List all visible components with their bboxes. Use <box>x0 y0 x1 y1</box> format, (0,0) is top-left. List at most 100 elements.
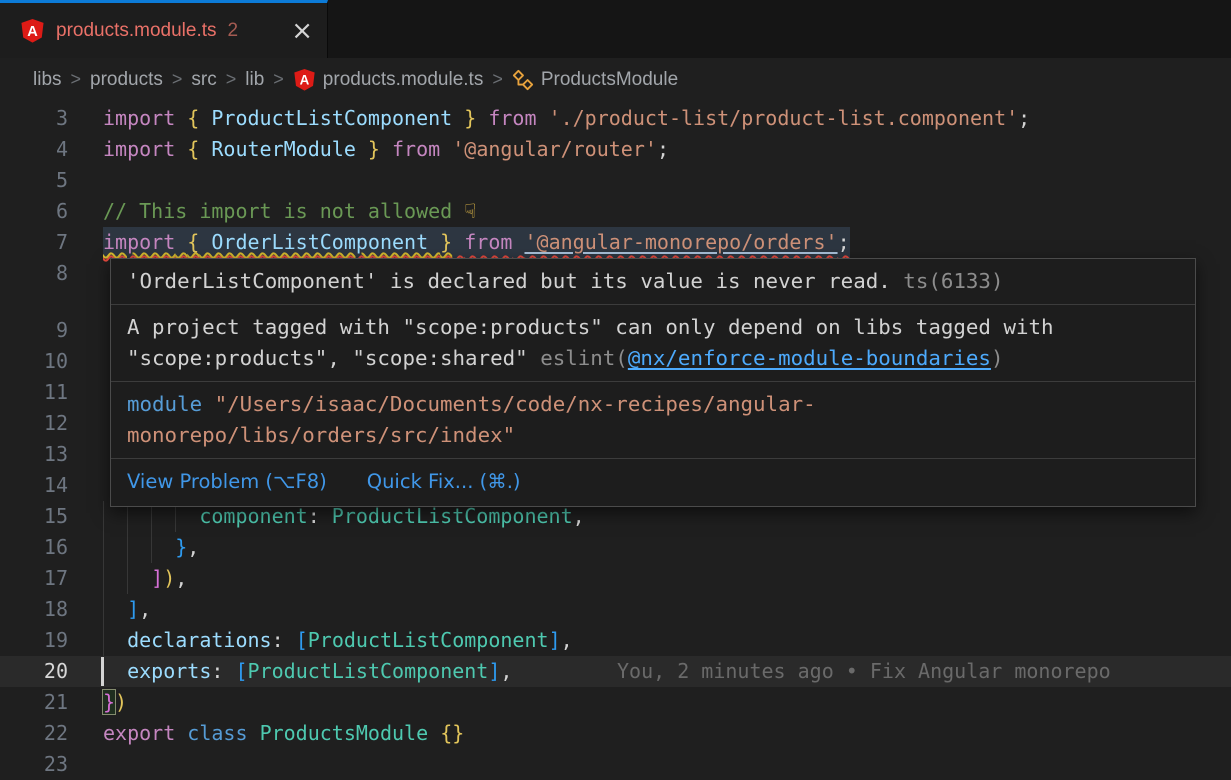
line-number-7[interactable]: 7 <box>0 227 68 258</box>
code-line-3[interactable]: import { ProductListComponent } from './… <box>0 103 1231 134</box>
code-token: ; <box>838 230 850 254</box>
code-token: , <box>175 566 187 590</box>
breadcrumb-item-products-module-ts[interactable]: Aproducts.module.ts <box>293 68 484 91</box>
line-number-9[interactable]: 9 <box>0 315 68 346</box>
code-token: , <box>561 628 573 652</box>
code-line-text: export class ProductsModule {} <box>103 718 464 749</box>
hover-actions-bar: View Problem (⌥F8) Quick Fix... (⌘.) <box>111 459 1195 506</box>
line-number-11[interactable]: 11 <box>0 377 68 408</box>
line-number-21[interactable]: 21 <box>0 687 68 718</box>
breadcrumb-separator: > <box>483 69 512 90</box>
code-token: {} <box>440 721 464 745</box>
line-number-19[interactable]: 19 <box>0 625 68 656</box>
line-number-23[interactable]: 23 <box>0 749 68 780</box>
breadcrumb-label: products <box>90 69 163 91</box>
line-number-14[interactable]: 14 <box>0 470 68 501</box>
code-token <box>440 137 452 161</box>
code-token <box>103 628 127 652</box>
code-token: ☟ <box>464 199 476 223</box>
line-number-18[interactable]: 18 <box>0 594 68 625</box>
code-token: : <box>308 504 332 528</box>
code-line-4[interactable]: import { RouterModule } from '@angular/r… <box>0 134 1231 165</box>
line-number-13[interactable]: 13 <box>0 439 68 470</box>
code-token <box>103 597 127 621</box>
code-token: } <box>175 535 187 559</box>
code-line-6[interactable]: // This import is not allowed ☟ <box>0 196 1231 227</box>
breadcrumb-label: ProductsModule <box>541 69 678 91</box>
code-line-20[interactable]: exports: [ProductListComponent],You, 2 m… <box>0 656 1231 687</box>
code-token: from <box>488 106 536 130</box>
code-token: : <box>272 628 296 652</box>
quick-fix-action[interactable]: Quick Fix... (⌘.) <box>367 466 521 497</box>
code-line-text: import { OrderListComponent } from '@ang… <box>103 227 850 258</box>
breadcrumb-item-src[interactable]: src <box>191 69 216 91</box>
breadcrumb-separator: > <box>62 69 91 90</box>
code-token <box>175 137 187 161</box>
code-line-18[interactable]: ], <box>0 594 1231 625</box>
code-token: } <box>368 137 380 161</box>
hover-text: "/Users/isaac/Documents/code/nx-recipes/… <box>127 392 816 447</box>
code-line-17[interactable]: ]), <box>0 563 1231 594</box>
code-line-5[interactable] <box>0 165 1231 196</box>
code-token: { <box>187 230 199 254</box>
breadcrumb-separator: > <box>163 69 192 90</box>
breadcrumb: libs>products>src>lib>Aproducts.module.t… <box>0 58 1231 101</box>
code-token: RouterModule <box>199 137 368 161</box>
view-problem-action[interactable]: View Problem (⌥F8) <box>127 466 327 497</box>
line-number-15[interactable]: 15 <box>0 501 68 532</box>
code-token: ; <box>1018 106 1030 130</box>
breadcrumb-item-products[interactable]: products <box>90 69 163 91</box>
line-number-5[interactable]: 5 <box>0 165 68 196</box>
code-token: import <box>103 230 175 254</box>
code-token: declarations <box>127 628 272 652</box>
hover-text: ) <box>991 346 1004 370</box>
line-number-6[interactable]: 6 <box>0 196 68 227</box>
close-icon[interactable]: × <box>291 18 313 44</box>
breadcrumb-separator: > <box>264 69 293 90</box>
line-number-17[interactable]: 17 <box>0 563 68 594</box>
code-token <box>248 721 260 745</box>
rule-link[interactable]: @nx/enforce-module-boundaries <box>628 346 991 370</box>
breadcrumb-item-lib[interactable]: lib <box>245 69 264 91</box>
code-token: } <box>103 690 115 714</box>
line-number-22[interactable]: 22 <box>0 718 68 749</box>
code-line-21[interactable]: }) <box>0 687 1231 718</box>
hover-section-ts-error: 'OrderListComponent' is declared but its… <box>111 259 1195 305</box>
code-token: ] <box>549 628 561 652</box>
code-token: '@angular-monorepo/orders' <box>524 230 837 254</box>
code-token <box>476 106 488 130</box>
code-token: } <box>440 230 452 254</box>
line-number-10[interactable]: 10 <box>0 346 68 377</box>
breadcrumb-item-productsmodule[interactable]: ProductsModule <box>512 69 678 91</box>
hover-text: ts(6133) <box>903 269 1003 293</box>
line-number-8[interactable]: 8 <box>0 258 68 289</box>
git-blame-annotation: You, 2 minutes ago • Fix Angular monorep… <box>617 656 1111 687</box>
code-line-text: import { RouterModule } from '@angular/r… <box>103 134 669 165</box>
code-line-19[interactable]: declarations: [ProductListComponent], <box>0 625 1231 656</box>
tab-products-module-ts[interactable]: A products.module.ts 2 × <box>0 0 328 58</box>
code-line-22[interactable]: export class ProductsModule {} <box>0 718 1231 749</box>
code-token: ] <box>151 566 163 590</box>
code-token: [ <box>296 628 308 652</box>
code-token: export <box>103 721 175 745</box>
code-line-text: }) <box>103 687 127 718</box>
code-token: { <box>187 137 199 161</box>
line-number-16[interactable]: 16 <box>0 532 68 563</box>
line-number-4[interactable]: 4 <box>0 134 68 165</box>
code-token: } <box>464 106 476 130</box>
line-number-20[interactable]: 20 <box>0 656 68 687</box>
code-line-16[interactable]: }, <box>0 532 1231 563</box>
code-line-text: import { ProductListComponent } from './… <box>103 103 1030 134</box>
hover-popup: 'OrderListComponent' is declared but its… <box>110 258 1196 507</box>
line-number-12[interactable]: 12 <box>0 408 68 439</box>
code-line-23[interactable] <box>0 749 1231 780</box>
code-line-7[interactable]: import { OrderListComponent } from '@ang… <box>0 227 1231 258</box>
breadcrumb-item-libs[interactable]: libs <box>33 69 62 91</box>
code-group: from '@angular-monorepo/orders'; <box>452 230 849 254</box>
hover-section-module-path: module "/Users/isaac/Documents/code/nx-r… <box>111 382 1195 459</box>
hover-section-eslint-error: A project tagged with "scope:products" c… <box>111 305 1195 382</box>
line-number-3[interactable]: 3 <box>0 103 68 134</box>
code-token: ProductListComponent <box>248 659 489 683</box>
code-token: ) <box>163 566 175 590</box>
class-icon <box>512 69 534 91</box>
